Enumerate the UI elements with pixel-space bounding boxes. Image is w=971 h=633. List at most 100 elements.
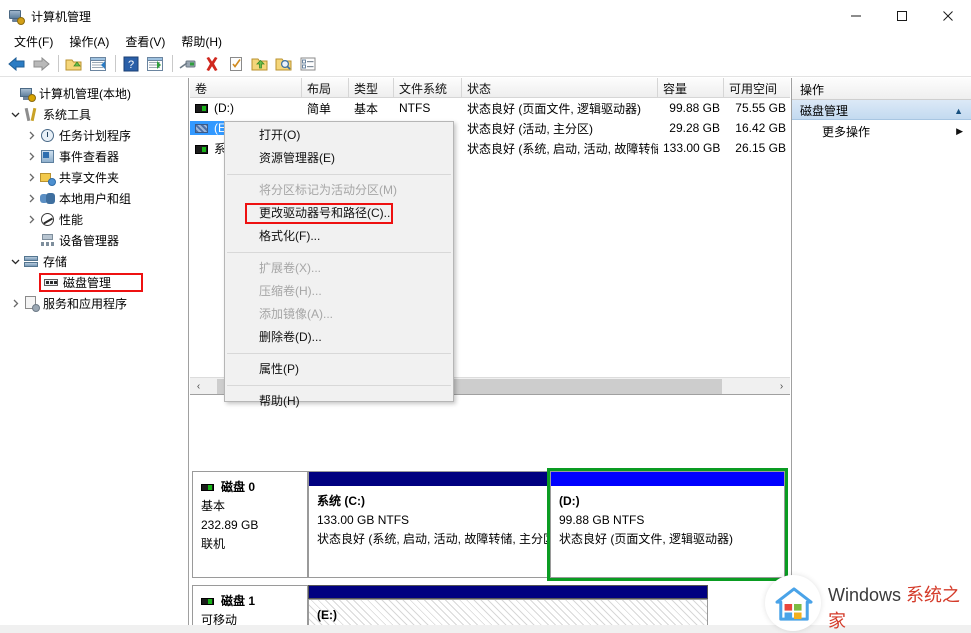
tree-item-label: 事件查看器	[59, 148, 119, 165]
context-menu-item-extend-volume: 扩展卷(X)...	[225, 257, 453, 280]
tree-item-label: 存储	[43, 253, 67, 270]
disk-icon	[201, 598, 214, 605]
chevron-down-icon[interactable]	[8, 257, 23, 266]
close-button[interactable]	[925, 0, 971, 32]
title-bar: 计算机管理	[0, 0, 971, 32]
disk-title-0: 磁盘 0	[201, 478, 299, 497]
connect-icon[interactable]	[177, 53, 199, 75]
partition-bar-c	[309, 472, 548, 486]
volume-context-menu: 打开(O) 资源管理器(E) 将分区标记为活动分区(M) 更改驱动器号和路径(C…	[224, 121, 454, 402]
volume-hatch-icon	[195, 124, 208, 133]
chevron-down-icon[interactable]	[8, 110, 23, 119]
tree-item-performance[interactable]: 性能	[2, 209, 188, 230]
context-menu-item-properties[interactable]: 属性(P)	[225, 358, 453, 381]
performance-icon	[39, 212, 56, 228]
column-header-capacity[interactable]: 容量	[658, 78, 724, 97]
windows-house-logo-icon	[775, 587, 813, 621]
chevron-up-icon[interactable]: ▲	[954, 106, 963, 116]
search-icon[interactable]	[273, 53, 295, 75]
tree-item-device-manager[interactable]: 设备管理器	[2, 230, 188, 251]
cell-free-space: 26.15 GB	[724, 141, 790, 155]
column-header-volume[interactable]: 卷	[190, 78, 302, 97]
cell-status: 状态良好 (页面文件, 逻辑驱动器)	[462, 100, 658, 117]
chevron-right-icon[interactable]	[24, 215, 39, 224]
users-icon	[39, 191, 56, 207]
context-menu-item-open[interactable]: 打开(O)	[225, 124, 453, 147]
partition-label: 系统 (C:)	[317, 492, 540, 511]
up-folder-icon[interactable]	[63, 53, 85, 75]
help-icon[interactable]: ?	[120, 53, 142, 75]
chevron-right-icon[interactable]	[8, 299, 23, 308]
device-manager-icon	[39, 233, 56, 249]
tree-item-local-users-and-groups[interactable]: 本地用户和组	[2, 188, 188, 209]
chevron-right-icon[interactable]	[24, 173, 39, 182]
main-content: 计算机管理(本地) 系统工具 任务计划程序 事件查看器	[0, 78, 971, 633]
table-row[interactable]: (D:) 简单 基本 NTFS 状态良好 (页面文件, 逻辑驱动器) 99.88…	[190, 98, 790, 118]
tree-item-shared-folders[interactable]: 共享文件夹	[2, 167, 188, 188]
context-menu-separator	[227, 252, 451, 253]
cell-capacity: 133.00 GB	[658, 141, 724, 155]
sidebar-item-disk-management[interactable]: 磁盘管理	[2, 272, 188, 293]
column-header-filesystem[interactable]: 文件系统	[394, 78, 462, 97]
show-console-tree-icon[interactable]	[87, 53, 109, 75]
export-icon[interactable]	[249, 53, 271, 75]
context-menu-item-change-drive-letter-and-paths[interactable]: 更改驱动器号和路径(C)...	[225, 202, 453, 225]
site-watermark: Windows 系统之家 www.bjjmlv.com	[760, 573, 971, 633]
window-title: 计算机管理	[31, 8, 91, 25]
disk-name: 磁盘 1	[221, 592, 255, 611]
tree-item-system-tools[interactable]: 系统工具	[2, 104, 188, 125]
forward-icon[interactable]	[30, 53, 52, 75]
chevron-right-icon[interactable]	[24, 131, 39, 140]
cell-free-space: 75.55 GB	[724, 101, 790, 115]
tree-item-label: 性能	[59, 211, 83, 228]
actions-pane-title: 操作	[792, 78, 971, 100]
tree-item-storage[interactable]: 存储	[2, 251, 188, 272]
event-viewer-icon	[39, 149, 56, 165]
tree-item-label: 磁盘管理	[63, 274, 111, 291]
partition-d[interactable]: (D:) 99.88 GB NTFS 状态良好 (页面文件, 逻辑驱动器)	[550, 471, 785, 578]
shared-folder-icon	[39, 170, 56, 186]
chevron-right-icon[interactable]	[24, 194, 39, 203]
scroll-left-button[interactable]: ‹	[190, 378, 207, 395]
properties-icon[interactable]	[225, 53, 247, 75]
watermark-text: Windows 系统之家 www.bjjmlv.com	[828, 581, 971, 633]
show-action-pane-icon[interactable]	[144, 53, 166, 75]
tree-item-event-viewer[interactable]: 事件查看器	[2, 146, 188, 167]
context-menu-item-help[interactable]: 帮助(H)	[225, 390, 453, 413]
partition-status: 状态良好 (系统, 启动, 活动, 故障转储, 主分区	[317, 530, 540, 549]
column-header-type[interactable]: 类型	[349, 78, 394, 97]
tree-item-services-and-applications[interactable]: 服务和应用程序	[2, 293, 188, 314]
action-more-actions[interactable]: 更多操作 ▶	[792, 120, 971, 142]
disk-info-0[interactable]: 磁盘 0 基本 232.89 GB 联机	[192, 471, 308, 578]
maximize-button[interactable]	[879, 0, 925, 32]
window-controls	[833, 0, 971, 32]
disk-state: 联机	[201, 535, 299, 554]
partition-label: (E:)	[317, 606, 699, 625]
toolbar-separator	[172, 55, 173, 72]
menu-help[interactable]: 帮助(H)	[173, 32, 230, 51]
actions-group-disk-management[interactable]: 磁盘管理 ▲	[792, 100, 971, 120]
column-header-layout[interactable]: 布局	[302, 78, 349, 97]
chevron-right-icon[interactable]	[24, 152, 39, 161]
back-icon[interactable]	[6, 53, 28, 75]
tree-item-task-scheduler[interactable]: 任务计划程序	[2, 125, 188, 146]
menu-file[interactable]: 文件(F)	[6, 32, 61, 51]
context-menu-item-format[interactable]: 格式化(F)...	[225, 225, 453, 248]
action-item-label: 更多操作	[822, 123, 870, 140]
partition-label: (D:)	[559, 492, 776, 511]
volume-dark-icon	[195, 104, 208, 113]
partition-c[interactable]: 系统 (C:) 133.00 GB NTFS 状态良好 (系统, 启动, 活动,…	[308, 471, 549, 578]
cell-free-space: 16.42 GB	[724, 121, 790, 135]
delete-icon[interactable]	[201, 53, 223, 75]
scroll-right-button[interactable]: ›	[773, 378, 790, 395]
menu-action[interactable]: 操作(A)	[61, 32, 117, 51]
menu-view[interactable]: 查看(V)	[117, 32, 173, 51]
console-tree: 计算机管理(本地) 系统工具 任务计划程序 事件查看器	[0, 78, 188, 314]
task-list-icon[interactable]	[297, 53, 319, 75]
context-menu-item-delete-volume[interactable]: 删除卷(D)...	[225, 326, 453, 349]
column-header-free-space[interactable]: 可用空间	[724, 78, 790, 97]
minimize-button[interactable]	[833, 0, 879, 32]
context-menu-item-explore[interactable]: 资源管理器(E)	[225, 147, 453, 170]
tree-item-computer-management-local[interactable]: 计算机管理(本地)	[2, 83, 188, 104]
column-header-status[interactable]: 状态	[462, 78, 658, 97]
